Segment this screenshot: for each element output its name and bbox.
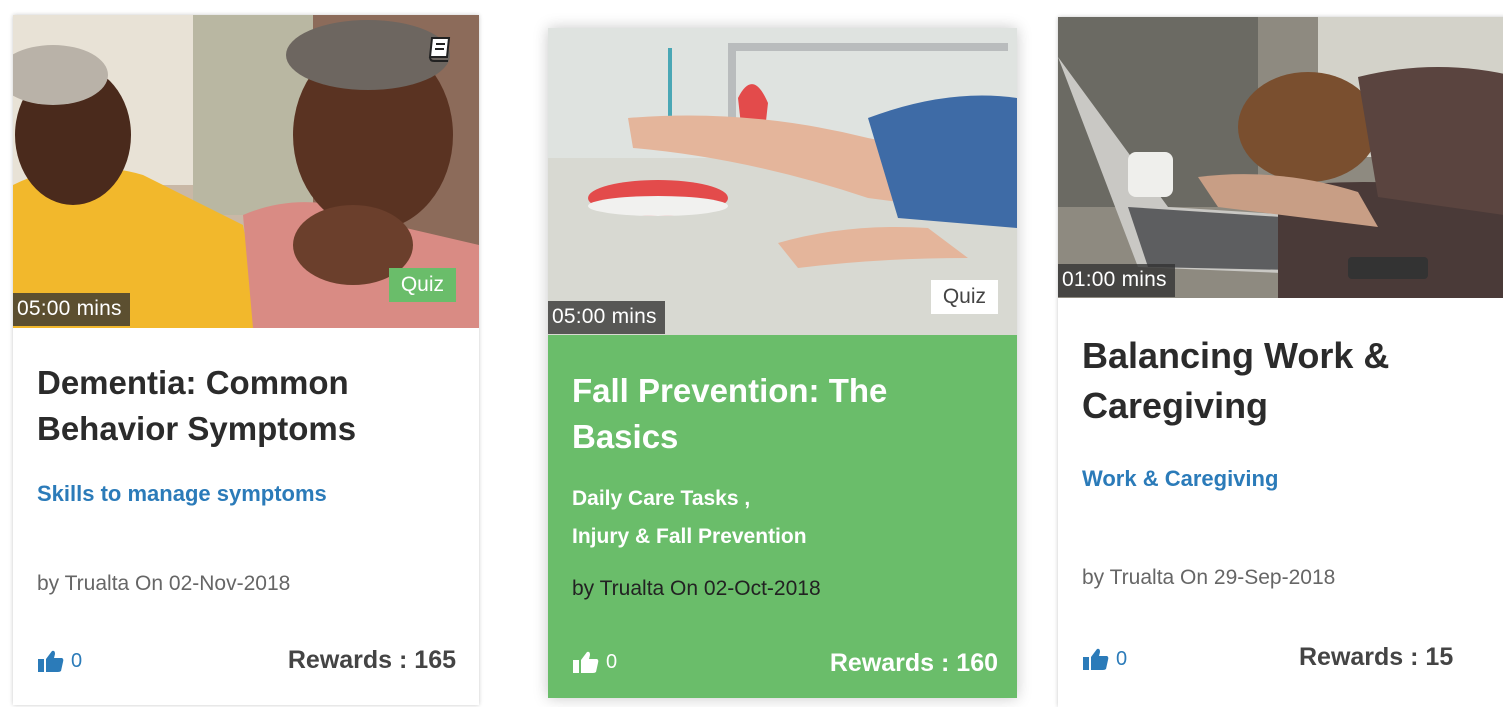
course-category[interactable]: Skills to manage symptoms [37, 475, 469, 512]
course-card-work-caregiving[interactable]: 01:00 mins Balancing Work & Caregiving W… [1058, 17, 1503, 707]
category-line[interactable]: Injury & Fall Prevention [572, 518, 1007, 556]
course-title[interactable]: Balancing Work & Caregiving [1082, 331, 1502, 431]
thumbs-up-icon [573, 651, 599, 673]
course-card-dementia[interactable]: Quiz 05:00 mins Dementia: Common Behavio… [13, 15, 479, 705]
like-count: 0 [1116, 647, 1128, 670]
author-date: by Trualta On 29-Sep-2018 [1082, 566, 1336, 589]
quiz-tag: Quiz [388, 268, 456, 302]
like-button[interactable]: 0 [1082, 647, 1127, 671]
thumbs-up-icon [1083, 648, 1109, 670]
author-date: by Trualta On 02-Nov-2018 [37, 572, 291, 595]
course-title[interactable]: Fall Prevention: The Basics [572, 368, 1001, 460]
duration-badge: 01:00 mins [1058, 264, 1175, 297]
rewards-label: Rewards : 15 [1299, 643, 1454, 671]
thumbs-up-icon [38, 650, 64, 672]
course-title[interactable]: Dementia: Common Behavior Symptoms [37, 360, 463, 452]
course-category[interactable]: Daily Care Tasks , Injury & Fall Prevent… [572, 480, 1007, 556]
course-card-fall-prevention[interactable]: Quiz 05:00 mins Fall Prevention: The Bas… [548, 28, 1017, 698]
book-icon [428, 37, 451, 62]
quiz-tag: Quiz [930, 280, 998, 314]
category-line[interactable]: Daily Care Tasks , [572, 480, 1007, 518]
like-button[interactable]: 0 [37, 649, 82, 673]
like-count: 0 [606, 650, 618, 673]
author-date: by Trualta On 02-Oct-2018 [572, 577, 821, 600]
duration-badge: 05:00 mins [13, 293, 130, 326]
like-button[interactable]: 0 [572, 650, 617, 674]
category-line[interactable]: Skills to manage symptoms [37, 475, 469, 512]
rewards-label: Rewards : 165 [287, 646, 456, 674]
like-count: 0 [71, 649, 83, 672]
course-category[interactable]: Work & Caregiving [1082, 460, 1503, 497]
duration-badge: 05:00 mins [548, 301, 665, 334]
rewards-label: Rewards : 160 [829, 649, 998, 677]
category-line[interactable]: Work & Caregiving [1082, 460, 1503, 497]
tired-worker-photo[interactable] [1058, 17, 1503, 298]
